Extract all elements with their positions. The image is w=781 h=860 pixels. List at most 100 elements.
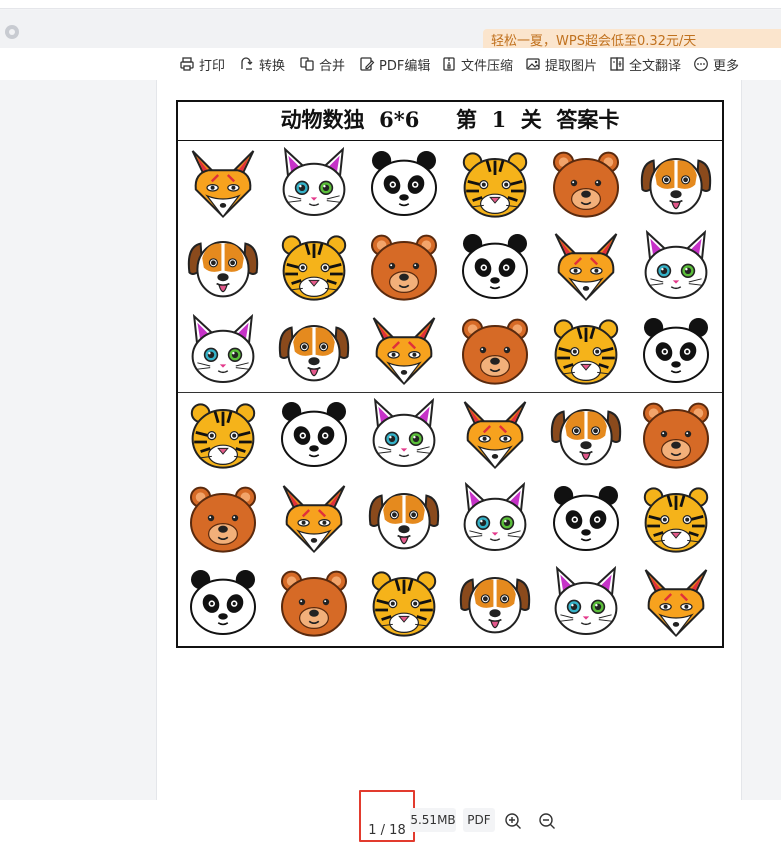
tiger-face-icon xyxy=(281,235,346,301)
dog-face-icon xyxy=(459,576,531,634)
bear-face-icon xyxy=(462,318,528,385)
grid-cell-dog xyxy=(541,393,631,476)
toolbar: 打印 转换 合并 PDF编辑 文件压缩 提取图片 全文翻译 更多 xyxy=(0,48,781,80)
fox-face-icon xyxy=(645,568,708,637)
grid-cell-dog xyxy=(450,560,540,643)
translate-label: 全文翻译 xyxy=(629,58,682,74)
grid-cell-tiger xyxy=(631,476,721,559)
compress-label: 文件压缩 xyxy=(461,58,514,74)
cat-face-icon xyxy=(463,481,527,551)
grid-cell-fox xyxy=(269,476,359,559)
app-logo-icon[interactable] xyxy=(5,25,19,39)
grid-cell-fox xyxy=(631,560,721,643)
grid-cell-fox xyxy=(541,225,631,308)
grid-cell-bear xyxy=(359,225,449,308)
dog-face-icon xyxy=(641,157,712,214)
grid-cell-cat xyxy=(631,225,721,308)
panda-face-icon xyxy=(462,234,528,300)
grid-cell-panda xyxy=(450,225,540,308)
more-icon xyxy=(694,57,708,71)
answer-card-title: 动物数独 6*6 第 1 关 答案卡 xyxy=(178,102,722,141)
cat-face-icon xyxy=(372,397,436,467)
more-button[interactable]: 更多 xyxy=(693,54,739,74)
pdf-edit-button[interactable]: PDF编辑 xyxy=(359,54,430,74)
grid-cell-cat xyxy=(450,476,540,559)
grid-cell-panda xyxy=(359,141,449,224)
image-extract-icon xyxy=(526,58,540,70)
panda-face-icon xyxy=(280,402,347,467)
fox-face-icon xyxy=(282,485,345,553)
file-size: 5.51MB xyxy=(410,808,456,832)
cat-face-icon xyxy=(644,230,708,300)
merge-icon xyxy=(300,57,314,71)
merge-label: 合并 xyxy=(319,58,346,74)
grid-cell-dog xyxy=(269,309,359,392)
grid-cell-tiger xyxy=(269,225,359,308)
grid-cell-fox xyxy=(450,393,540,476)
extract-image-label: 提取图片 xyxy=(545,58,598,74)
tiger-face-icon xyxy=(190,403,256,469)
compress-icon xyxy=(443,57,455,71)
cat-face-icon xyxy=(282,146,346,216)
zoom-in-icon xyxy=(505,813,521,829)
more-label: 更多 xyxy=(713,58,740,74)
grid-cell-panda xyxy=(631,309,721,392)
bear-face-icon xyxy=(552,151,619,218)
fox-face-icon xyxy=(463,401,527,470)
answer-card: 动物数独 6*6 第 1 关 答案卡 xyxy=(176,100,724,648)
grid-cell-dog xyxy=(359,476,449,559)
panda-face-icon xyxy=(643,318,710,384)
grid-cell-panda xyxy=(269,393,359,476)
grid-cell-cat xyxy=(178,309,268,392)
translate-icon xyxy=(610,57,624,71)
file-type: PDF xyxy=(463,808,495,832)
grid-cell-cat xyxy=(541,560,631,643)
grid-cell-bear xyxy=(269,560,359,643)
translate-button[interactable]: 全文翻译 xyxy=(609,54,681,74)
grid-cell-fox xyxy=(359,309,449,392)
page-indicator[interactable]: 1 / 18 xyxy=(359,818,415,844)
tab-bar: 轻松一夏，WPS超会低至0.32元/天 xyxy=(0,10,781,55)
grid-cell-dog xyxy=(178,225,268,308)
grid-cell-cat xyxy=(269,141,359,224)
tiger-face-icon xyxy=(644,487,709,553)
printer-icon xyxy=(180,57,194,71)
tiger-face-icon xyxy=(462,151,528,218)
bear-face-icon xyxy=(371,234,438,301)
dog-face-icon xyxy=(187,241,259,298)
convert-icon xyxy=(241,57,253,70)
compress-button[interactable]: 文件压缩 xyxy=(441,54,513,74)
fox-face-icon xyxy=(373,317,436,386)
grid-cell-panda xyxy=(541,476,631,559)
fox-face-icon xyxy=(191,149,255,218)
zoom-out-icon xyxy=(539,813,555,829)
pdf-edit-icon xyxy=(360,57,375,71)
grid-cell-tiger xyxy=(450,141,540,224)
sudoku-grid xyxy=(178,141,722,644)
pdf-edit-label: PDF编辑 xyxy=(379,58,431,74)
print-label: 打印 xyxy=(199,58,226,74)
fox-face-icon xyxy=(554,233,617,302)
document-viewport[interactable]: 动物数独 6*6 第 1 关 答案卡 xyxy=(0,80,781,800)
extract-image-button[interactable]: 提取图片 xyxy=(525,54,597,74)
grid-cell-bear xyxy=(178,476,268,559)
dog-face-icon xyxy=(278,325,349,382)
grid-cell-tiger xyxy=(359,560,449,643)
bear-face-icon xyxy=(280,570,347,637)
grid-cell-tiger xyxy=(541,309,631,392)
merge-button[interactable]: 合并 xyxy=(299,54,345,74)
grid-cell-fox xyxy=(178,141,268,224)
dog-face-icon xyxy=(550,409,621,466)
convert-button[interactable]: 转换 xyxy=(239,54,285,74)
tiger-face-icon xyxy=(372,571,437,637)
grid-cell-bear xyxy=(541,141,631,224)
convert-label: 转换 xyxy=(259,58,286,74)
cat-face-icon xyxy=(554,565,618,635)
tiger-face-icon xyxy=(553,319,618,385)
print-button[interactable]: 打印 xyxy=(179,54,225,74)
dog-face-icon xyxy=(369,492,440,550)
zoom-in-button[interactable] xyxy=(503,811,523,831)
grid-cell-tiger xyxy=(178,393,268,476)
zoom-out-button[interactable] xyxy=(537,811,557,831)
panda-face-icon xyxy=(552,485,619,551)
